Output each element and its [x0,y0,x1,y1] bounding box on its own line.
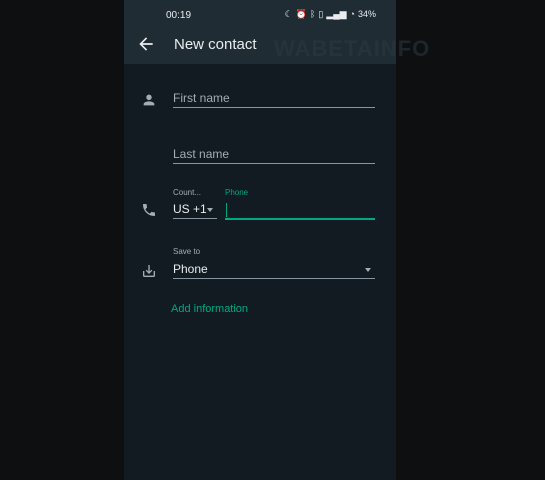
country-code-value: US +1 [173,202,207,216]
chevron-down-icon [207,208,213,212]
country-code-select[interactable]: US +1 [173,202,217,219]
save-to-select[interactable]: Phone [173,262,375,279]
status-icons: ☾ ⏰ ᛒ ▯ ▂▄▆ ◔ 34% [285,9,376,19]
save-to-label: Save to [173,247,201,256]
phone-label: Phone [225,188,249,197]
vibrate-icon: ▯ [318,9,324,19]
phone-screen: 00:19 ☾ ⏰ ᛒ ▯ ▂▄▆ ◔ 34% New contact WABE… [124,0,429,480]
status-time: 00:19 [166,10,192,21]
page-title: New contact [174,36,257,53]
country-label: Count... [173,188,202,197]
arrow-left-icon[interactable] [136,34,156,54]
person-icon [143,94,155,106]
last-name-field[interactable]: Last name [173,147,375,164]
bluetooth-icon: ᛒ [309,9,316,19]
moon-icon: ☾ [284,9,293,19]
first-name-placeholder: First name [173,91,230,105]
alarm-icon: ⏰ [295,9,307,19]
chevron-down-icon [365,268,371,272]
first-name-field[interactable]: First name [173,91,375,108]
phone-input[interactable] [225,202,375,220]
battery-icon: ◔ [349,9,355,19]
battery-percent: 34% [357,9,376,19]
text-cursor [226,203,227,217]
watermark: WABETAINFO [274,36,431,61]
last-name-placeholder: Last name [173,147,230,161]
signal-icon: ▂▄▆ [326,9,347,19]
add-information-link[interactable]: Add information [171,303,248,315]
save-to-value: Phone [173,262,208,276]
download-icon [143,265,155,277]
phone-icon [143,204,155,216]
status-bar: 00:19 ☾ ⏰ ᛒ ▯ ▂▄▆ ◔ 34% [124,0,396,28]
